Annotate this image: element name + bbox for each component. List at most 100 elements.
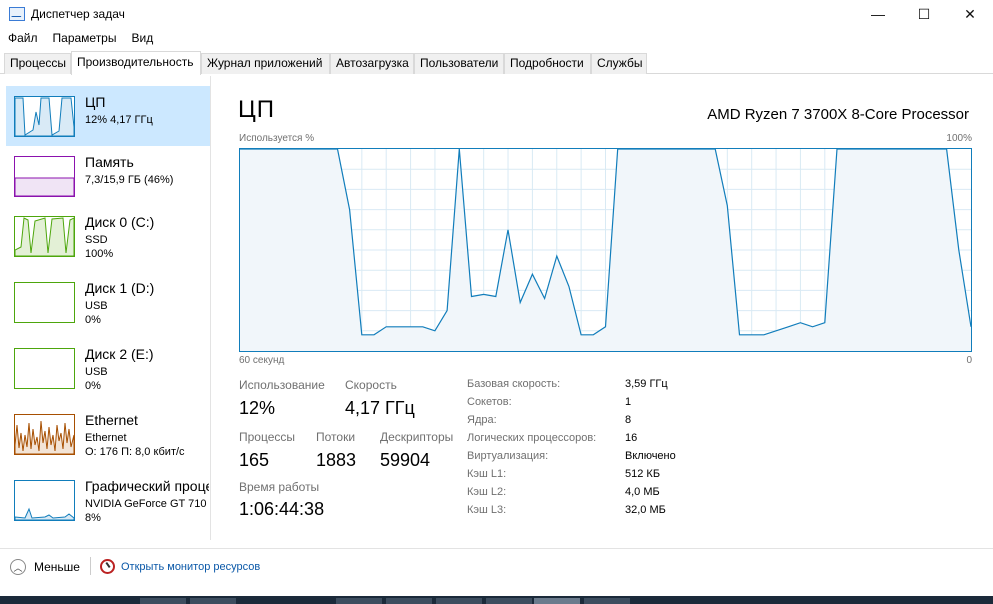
processes-label: Процессы — [239, 430, 296, 444]
tab-details[interactable]: Подробности — [504, 53, 591, 74]
spec-value-l3-cache: 32,0 МБ — [625, 504, 666, 516]
sidebar-item-ethernet-name: Ethernet — [85, 412, 138, 428]
fewer-details-label: Меньше — [34, 560, 80, 574]
spec-label-cores: Ядра: — [467, 414, 497, 426]
usage-label: Использование — [239, 378, 325, 392]
spec-value-sockets: 1 — [625, 396, 632, 408]
gpu-thumbnail-graph — [14, 480, 75, 521]
threads-value: 1883 — [316, 450, 357, 470]
spec-label-sockets: Сокетов: — [467, 396, 512, 408]
footer-bar: ︿ Меньше Открыть монитор ресурсов — [0, 548, 993, 582]
sidebar-item-ethernet[interactable]: Ethernet Ethernet О: 176 П: 8,0 кбит/с — [6, 404, 210, 464]
spec-label-base-speed: Базовая скорость: — [467, 378, 561, 390]
tab-app-history[interactable]: Журнал приложений — [201, 53, 330, 74]
graph-y-label: Используется % — [239, 133, 315, 144]
sidebar-item-disk-1-type: USB — [85, 300, 108, 312]
taskbar-button[interactable] — [436, 598, 482, 604]
spec-value-l2-cache: 4,0 МБ — [625, 486, 660, 498]
page-title: ЦП — [238, 96, 276, 123]
sidebar-item-disk-2[interactable]: Диск 2 (E:) USB 0% — [6, 338, 210, 398]
taskbar-button[interactable] — [190, 598, 236, 604]
sidebar-item-cpu-name: ЦП — [85, 94, 106, 110]
sidebar-item-gpu-name: Графический процессор 0 — [85, 478, 209, 494]
graph-y-max-label: 100% — [946, 133, 972, 144]
sidebar-item-cpu[interactable]: ЦП 12% 4,17 ГГц — [6, 86, 210, 146]
sidebar-item-gpu-usage: 8% — [85, 512, 101, 524]
cpu-model-name: AMD Ryzen 7 3700X 8-Core Processor — [707, 106, 969, 123]
fewer-details-button[interactable]: ︿ Меньше — [10, 559, 80, 575]
tab-users[interactable]: Пользователи — [414, 53, 504, 74]
tab-bar: Процессы Производительность Журнал прило… — [0, 51, 993, 75]
tab-performance[interactable]: Производительность — [71, 51, 201, 75]
ethernet-thumbnail-chart — [15, 420, 74, 454]
ethernet-thumbnail-graph — [14, 414, 75, 455]
spec-label-l1-cache: Кэш L1: — [467, 468, 507, 480]
memory-thumbnail-graph — [14, 156, 75, 197]
speed-value: 4,17 ГГц — [345, 398, 415, 418]
disk-0-thumbnail-graph — [14, 216, 75, 257]
cpu-usage-chart — [240, 149, 971, 351]
taskbar-button[interactable] — [386, 598, 432, 604]
handles-value: 59904 — [380, 450, 431, 470]
sidebar-item-disk-2-usage: 0% — [85, 380, 101, 392]
spec-label-virtualization: Виртуализация: — [467, 450, 549, 462]
tab-processes[interactable]: Процессы — [4, 53, 71, 74]
speed-label: Скорость — [345, 378, 397, 392]
spec-label-logical-processors: Логических процессоров: — [467, 432, 597, 444]
threads-label: Потоки — [316, 430, 356, 444]
tab-startup[interactable]: Автозагрузка — [330, 53, 414, 74]
menu-view[interactable]: Вид — [123, 31, 160, 45]
open-resource-monitor-label: Открыть монитор ресурсов — [121, 560, 261, 573]
sidebar-item-disk-1-name: Диск 1 (D:) — [85, 280, 155, 296]
sidebar-item-cpu-detail: 12% 4,17 ГГц — [85, 114, 153, 126]
spec-value-base-speed: 3,59 ГГц — [625, 378, 668, 390]
taskbar-button[interactable] — [486, 598, 532, 604]
taskbar-button[interactable] — [336, 598, 382, 604]
tab-services[interactable]: Службы — [591, 53, 647, 74]
title-bar: Диспетчер задач — ☐ ✕ — [0, 0, 993, 28]
sidebar-item-memory-name: Память — [85, 154, 134, 170]
graph-x-label: 60 секунд — [239, 355, 285, 366]
cpu-usage-graph — [239, 148, 972, 352]
sidebar-item-disk-0[interactable]: Диск 0 (C:) SSD 100% — [6, 206, 210, 266]
sidebar-item-ethernet-type: Ethernet — [85, 432, 127, 444]
menu-bar: Файл Параметры Вид — [0, 28, 160, 48]
sidebar-item-disk-1[interactable]: Диск 1 (D:) USB 0% — [6, 272, 210, 332]
spec-label-l2-cache: Кэш L2: — [467, 486, 507, 498]
disk-2-thumbnail-graph — [14, 348, 75, 389]
spec-value-l1-cache: 512 КБ — [625, 468, 661, 480]
close-button[interactable]: ✕ — [947, 0, 993, 28]
spec-value-virtualization: Включено — [625, 450, 676, 462]
cpu-thumbnail-chart — [15, 97, 74, 136]
spec-label-l3-cache: Кэш L3: — [467, 504, 507, 516]
resource-monitor-icon — [100, 559, 115, 574]
sidebar-item-memory-detail: 7,3/15,9 ГБ (46%) — [85, 174, 174, 186]
processes-value: 165 — [239, 450, 270, 470]
footer-separator — [90, 557, 91, 575]
taskbar-button[interactable] — [140, 598, 186, 604]
sidebar-item-memory[interactable]: Память 7,3/15,9 ГБ (46%) — [6, 146, 210, 206]
disk-1-thumbnail-graph — [14, 282, 75, 323]
window-controls: — ☐ ✕ — [855, 0, 993, 28]
graph-x-end-label: 0 — [966, 355, 972, 366]
sidebar-item-gpu-model: NVIDIA GeForce GT 710 — [85, 498, 207, 510]
minimize-button[interactable]: — — [855, 0, 901, 28]
sidebar-item-ethernet-throughput: О: 176 П: 8,0 кбит/с — [85, 446, 185, 458]
taskbar-button[interactable] — [584, 598, 630, 604]
taskbar-button-active[interactable] — [534, 598, 580, 604]
handles-label: Дескрипторы — [380, 430, 454, 444]
maximize-button[interactable]: ☐ — [901, 0, 947, 28]
window-title: Диспетчер задач — [31, 7, 125, 21]
sidebar-item-disk-0-usage: 100% — [85, 248, 114, 260]
menu-options[interactable]: Параметры — [45, 31, 124, 45]
sidebar-item-gpu[interactable]: Графический процессор 0 NVIDIA GeForce G… — [6, 470, 210, 530]
taskbar-strip — [0, 596, 993, 604]
resource-list: ЦП 12% 4,17 ГГц Память 7,3/15,9 ГБ (46%)… — [0, 76, 211, 540]
menu-file[interactable]: Файл — [0, 31, 45, 45]
sidebar-item-disk-2-name: Диск 2 (E:) — [85, 346, 154, 362]
open-resource-monitor-link[interactable]: Открыть монитор ресурсов — [100, 559, 260, 574]
uptime-value: 1:06:44:38 — [239, 499, 325, 519]
sidebar-item-disk-1-usage: 0% — [85, 314, 101, 326]
spec-value-cores: 8 — [625, 414, 632, 426]
gpu-thumbnail-chart — [15, 507, 74, 520]
